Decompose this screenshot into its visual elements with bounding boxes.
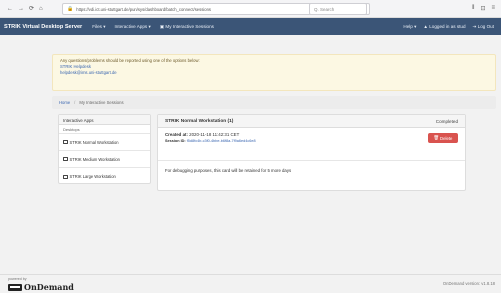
back-icon[interactable]: ← [7, 6, 13, 12]
app-item-label: STRIK Normal Workstation [69, 139, 119, 145]
browser-nav-buttons: ← → ⟳ ⌂ [0, 6, 62, 12]
created-label: Created at: [165, 132, 188, 137]
search-placeholder: Q. Search [314, 6, 335, 12]
forward-icon[interactable]: → [18, 6, 24, 12]
session-id-link[interactable]: f5d8fc4b-c3f0-4bbe-b6f8a-7f9a6ed4c6e8 [187, 139, 256, 143]
session-card-body: Created at: 2020-11-18 11:42:31 CET Sess… [158, 128, 465, 191]
reload-icon[interactable]: ⟳ [29, 6, 34, 12]
session-id: Session ID: f5d8fc4b-c3f0-4bbe-b6f8a-7f9… [165, 138, 458, 144]
home-icon[interactable]: ⌂ [39, 6, 43, 12]
session-title: STRIK Normal Workstation (1) [165, 118, 234, 124]
browser-search-input[interactable]: Q. Search [309, 3, 367, 15]
nav-user[interactable]: ▲ Logged in as stud [423, 24, 465, 29]
nav-logout[interactable]: ⇥ Log Out [473, 24, 494, 30]
nav-my-sessions[interactable]: ▣ My Interactive Sessions [160, 24, 214, 30]
app-item-label: STRIK Large Workstation [69, 174, 116, 179]
interactive-apps-panel: Interactive Apps Desktops STRIK Normal W… [58, 114, 151, 184]
brand-link[interactable]: STRIK Virtual Desktop Server [0, 24, 82, 30]
status-badge: Completed [435, 118, 458, 124]
powered-by: powered by [8, 277, 27, 281]
url-text[interactable]: https://vdi.ict.uni-stuttgart.de/pun/sys… [76, 7, 286, 12]
session-card: STRIK Normal Workstation (1) Completed C… [157, 114, 466, 191]
created-value: 2020-11-18 11:42:31 CET [189, 132, 240, 137]
lock-icon: 🔒 [67, 6, 74, 12]
app-item-large[interactable]: STRIK Large Workstation [59, 168, 150, 185]
sidebar-icon[interactable]: ⊡ [480, 5, 485, 12]
library-icon[interactable]: ⫴ [472, 5, 475, 12]
app-item-medium[interactable]: STRIK Medium Workstation [59, 151, 150, 168]
ondemand-logo: OnDemand [8, 282, 74, 292]
trash-icon: 🗑 [433, 135, 440, 140]
breadcrumb: Home / My Interactive Sessions [52, 96, 496, 109]
nav-interactive-apps[interactable]: Interactive Apps ▾ [115, 24, 151, 30]
panel-subheader: Desktops [59, 125, 150, 134]
navbar-right: Help ▾ ▲ Logged in as stud ⇥ Log Out [403, 18, 501, 35]
app-navbar: STRIK Virtual Desktop Server Files ▾ Int… [0, 18, 501, 35]
helpdesk-email-link[interactable]: helpdesk@ims.uni-stuttgart.de [60, 70, 488, 76]
monitor-icon [63, 140, 68, 144]
app-item-normal[interactable]: STRIK Normal Workstation [59, 134, 150, 151]
version-text: OnDemand version: v1.8.18 [442, 281, 495, 286]
delete-button[interactable]: 🗑 Delete [428, 133, 458, 143]
session-id-label: Session ID: [165, 139, 186, 143]
browser-toolbar-icons: ⫴ ⊡ ≡ [472, 5, 495, 12]
ondemand-logo-text: OnDemand [24, 282, 74, 292]
debug-notice: For debugging purposes, this card will b… [165, 168, 292, 173]
session-card-header: STRIK Normal Workstation (1) Completed [158, 115, 465, 128]
app-item-label: STRIK Medium Workstation [69, 156, 120, 162]
delete-label: Delete [440, 135, 453, 141]
nav-help[interactable]: Help ▾ [403, 24, 416, 30]
browser-toolbar: ← → ⟳ ⌂ 🔒 https://vdi.ict.uni-stuttgart.… [0, 0, 501, 18]
breadcrumb-current: My Interactive Sessions [79, 100, 124, 105]
menu-icon[interactable]: ≡ [491, 5, 495, 12]
breadcrumb-separator: / [74, 100, 76, 105]
ondemand-badge-icon [8, 283, 22, 291]
nav-files[interactable]: Files ▾ [92, 24, 105, 30]
divider [158, 160, 465, 161]
footer: powered by OnDemand OnDemand version: v1… [0, 274, 501, 293]
panel-header: Interactive Apps [59, 115, 150, 125]
info-alert: Any questions/problems should be reporte… [52, 54, 496, 91]
breadcrumb-home[interactable]: Home [59, 100, 70, 105]
monitor-icon [63, 174, 68, 179]
monitor-icon [63, 157, 68, 161]
